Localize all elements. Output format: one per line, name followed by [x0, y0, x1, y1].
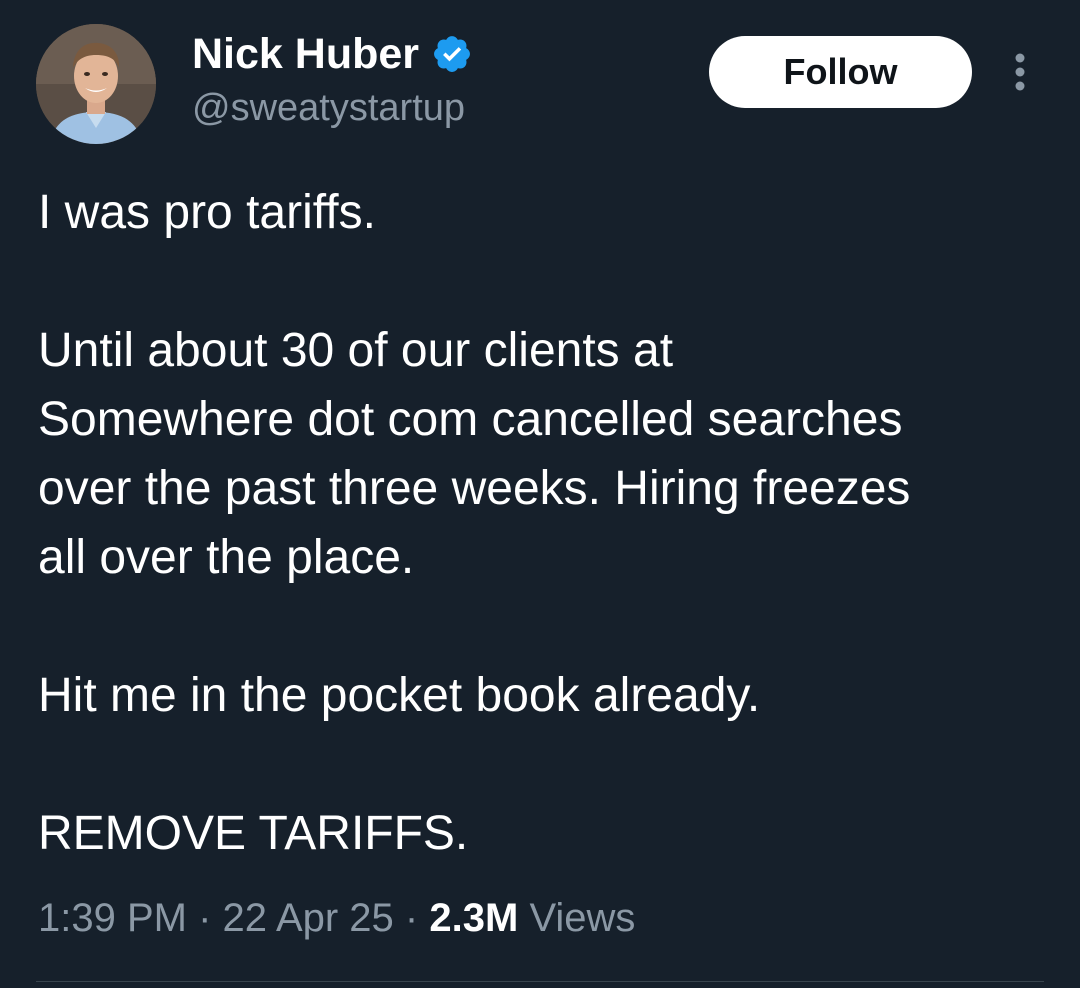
author-handle[interactable]: @sweatystartup [192, 84, 465, 132]
tweet-time[interactable]: 1:39 PM [38, 896, 187, 940]
tweet-metadata: 1:39 PM · 22 Apr 25 · 2.3M Views [38, 892, 635, 944]
tweet-text: I was pro tariffs. Until about 30 of our… [38, 178, 1058, 868]
views-label: Views [529, 896, 636, 940]
author-name-text: Nick Huber [192, 30, 420, 78]
more-options-button[interactable] [1004, 50, 1036, 94]
tweet-paragraph: I was pro tariffs. [38, 186, 376, 239]
tweet-paragraph: Until about 30 of our clients at Somewhe… [38, 324, 911, 584]
divider [36, 981, 1044, 982]
verified-badge-icon [431, 33, 473, 75]
follow-button[interactable]: Follow [709, 36, 972, 108]
avatar[interactable] [36, 24, 156, 144]
tweet-date[interactable]: 22 Apr 25 [223, 896, 394, 940]
tweet-paragraph: REMOVE TARIFFS. [38, 807, 469, 860]
vertical-ellipsis-icon [1015, 53, 1025, 91]
meta-separator: · [404, 896, 419, 940]
author-display-name[interactable]: Nick Huber [192, 28, 473, 80]
tweet-paragraph: Hit me in the pocket book already. [38, 669, 761, 722]
views-count[interactable]: 2.3M [429, 896, 518, 940]
meta-separator: · [198, 896, 212, 940]
user-avatar-photo [36, 24, 156, 144]
